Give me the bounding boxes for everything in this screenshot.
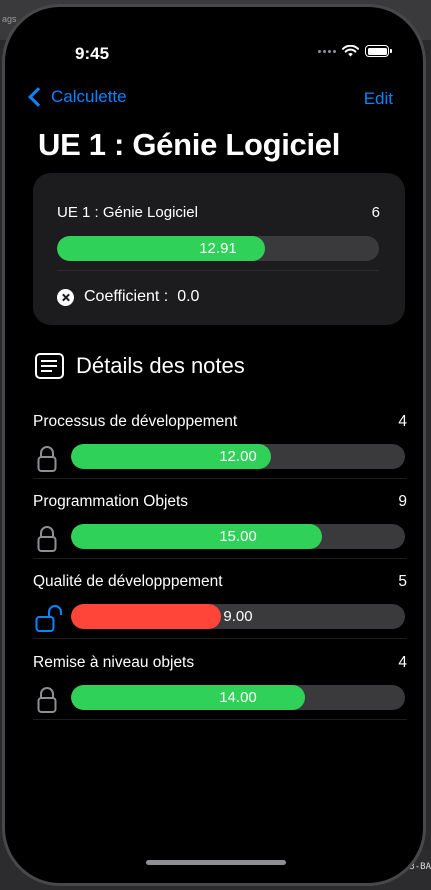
- divider: [33, 478, 407, 479]
- grade-coefficient: 9: [398, 493, 407, 510]
- section-header: Détails des notes: [35, 353, 245, 379]
- back-button-label: Calculette: [51, 87, 127, 106]
- battery-icon: [365, 45, 392, 57]
- grade-bar-label: 12.00: [219, 448, 257, 465]
- grade-row[interactable]: Qualité de développpement 5 9.00: [31, 565, 407, 645]
- grade-coefficient: 5: [398, 573, 407, 590]
- grade-row[interactable]: Remise à niveau objets 4 14.00: [31, 646, 407, 726]
- grade-coefficient: 4: [398, 654, 407, 671]
- grade-bar-label: 9.00: [223, 608, 253, 625]
- lock-icon[interactable]: [35, 686, 59, 714]
- page-title: UE 1 : Génie Logiciel: [38, 127, 341, 162]
- status-time: 9:45: [75, 44, 110, 63]
- grade-bar-label: 14.00: [219, 689, 257, 706]
- summary-grade-label: 12.91: [199, 240, 237, 257]
- phone-frame: 9:45 Calculette Edit UE 1 : Génie Logici…: [2, 4, 426, 886]
- grade-row[interactable]: Processus de développement 4 12.00: [31, 405, 407, 485]
- grade-bar[interactable]: 9.00: [71, 604, 405, 629]
- summary-grade-bar: 12.91: [57, 236, 379, 261]
- grade-bar[interactable]: 12.00: [71, 444, 405, 469]
- cellular-signal-icon: [318, 49, 336, 53]
- section-title: Détails des notes: [76, 353, 245, 378]
- divider: [57, 270, 379, 271]
- coefficient-label: Coefficient :: [84, 288, 169, 305]
- xmark-circle-icon[interactable]: [57, 288, 74, 306]
- grade-name: Programmation Objets: [33, 493, 189, 510]
- back-button[interactable]: Calculette: [27, 87, 127, 107]
- grade-name: Processus de développement: [33, 413, 238, 430]
- grade-row[interactable]: Programmation Objets 9 15.00: [31, 485, 407, 565]
- grade-name: Qualité de développpement: [33, 573, 223, 590]
- divider: [33, 558, 407, 559]
- grade-bar-label: 15.00: [219, 528, 257, 545]
- divider: [33, 638, 407, 639]
- grade-coefficient: 4: [398, 413, 407, 430]
- lock-open-icon[interactable]: [35, 605, 62, 633]
- divider: [33, 719, 407, 720]
- document-list-icon: [35, 353, 64, 379]
- grade-name: Remise à niveau objets: [33, 654, 195, 671]
- grade-bar[interactable]: 15.00: [71, 524, 405, 549]
- edit-button[interactable]: Edit: [364, 89, 393, 109]
- summary-card: UE 1 : Génie Logiciel 6 12.91 Coefficien…: [33, 173, 405, 325]
- summary-name: UE 1 : Génie Logiciel: [57, 204, 198, 221]
- background-tag-text: ags: [2, 14, 17, 24]
- coefficient-row: Coefficient : 0.0: [57, 288, 199, 306]
- grade-bar[interactable]: 14.00: [71, 685, 405, 710]
- phone-screen: 9:45 Calculette Edit UE 1 : Génie Logici…: [5, 7, 423, 883]
- lock-icon[interactable]: [35, 525, 59, 553]
- home-indicator[interactable]: [146, 860, 286, 865]
- chevron-left-icon: [28, 87, 48, 107]
- wifi-icon: [342, 45, 359, 57]
- lock-icon[interactable]: [35, 445, 59, 473]
- coefficient-value: 0.0: [177, 288, 200, 305]
- navigation-bar: Calculette Edit: [5, 87, 423, 111]
- summary-value: 6: [371, 204, 380, 221]
- status-icons: [318, 45, 392, 57]
